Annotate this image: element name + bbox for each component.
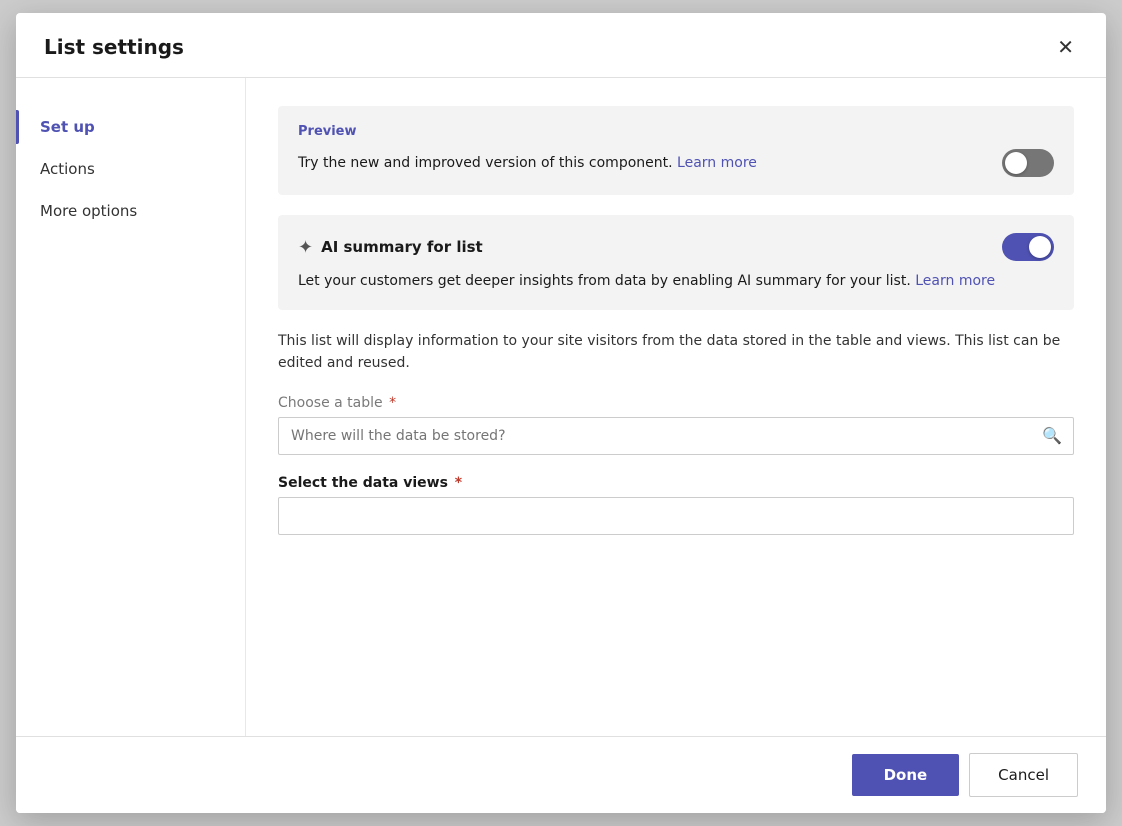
sidebar-item-actions-label: Actions [40, 160, 95, 178]
list-description: This list will display information to yo… [278, 330, 1074, 375]
ai-summary-card: ✦ AI summary for list Let your customers… [278, 215, 1074, 310]
ai-toggle-thumb [1029, 236, 1051, 258]
ai-toggle[interactable] [1002, 233, 1054, 261]
dialog-body: Set up Actions More options Preview Try … [16, 78, 1106, 736]
sidebar-item-more-options[interactable]: More options [16, 190, 245, 232]
done-button[interactable]: Done [852, 754, 960, 796]
ai-toggle-track [1002, 233, 1054, 261]
list-settings-dialog: List settings ✕ Set up Actions More opti… [16, 13, 1106, 813]
sidebar-item-actions[interactable]: Actions [16, 148, 245, 190]
preview-toggle[interactable] [1002, 149, 1054, 177]
preview-toggle-thumb [1005, 152, 1027, 174]
choose-table-input-wrapper: 🔍 [278, 417, 1074, 455]
sidebar-item-more-options-label: More options [40, 202, 137, 220]
close-icon: ✕ [1057, 37, 1074, 57]
ai-card-title: AI summary for list [321, 238, 483, 256]
preview-toggle-track [1002, 149, 1054, 177]
choose-table-required: * [385, 395, 396, 411]
select-views-required: * [450, 475, 462, 491]
preview-text: Try the new and improved version of this… [298, 155, 986, 171]
sidebar-item-setup-label: Set up [40, 118, 95, 136]
ai-card-description: Let your customers get deeper insights f… [298, 271, 1054, 292]
preview-label: Preview [298, 124, 1054, 139]
ai-card-header: ✦ AI summary for list [298, 233, 1054, 261]
ai-learn-more-link[interactable]: Learn more [915, 273, 995, 289]
cancel-button[interactable]: Cancel [969, 753, 1078, 797]
dialog-header: List settings ✕ [16, 13, 1106, 78]
sidebar-item-setup[interactable]: Set up [16, 106, 245, 148]
preview-card: Preview Try the new and improved version… [278, 106, 1074, 195]
choose-table-input[interactable] [278, 417, 1074, 455]
dialog-title: List settings [44, 35, 184, 59]
main-content: Preview Try the new and improved version… [246, 78, 1106, 736]
choose-table-label: Choose a table * [278, 395, 1074, 411]
preview-card-row: Try the new and improved version of this… [298, 149, 1054, 177]
select-views-input[interactable] [278, 497, 1074, 535]
ai-sparkle-icon: ✦ [298, 237, 313, 258]
ai-card-title-row: ✦ AI summary for list [298, 237, 483, 258]
choose-table-section: Choose a table * 🔍 [278, 395, 1074, 455]
preview-learn-more-link[interactable]: Learn more [677, 155, 757, 171]
close-button[interactable]: ✕ [1053, 33, 1078, 61]
sidebar: Set up Actions More options [16, 78, 246, 736]
select-views-label: Select the data views * [278, 475, 1074, 491]
select-views-section: Select the data views * [278, 475, 1074, 535]
dialog-footer: Done Cancel [16, 736, 1106, 813]
